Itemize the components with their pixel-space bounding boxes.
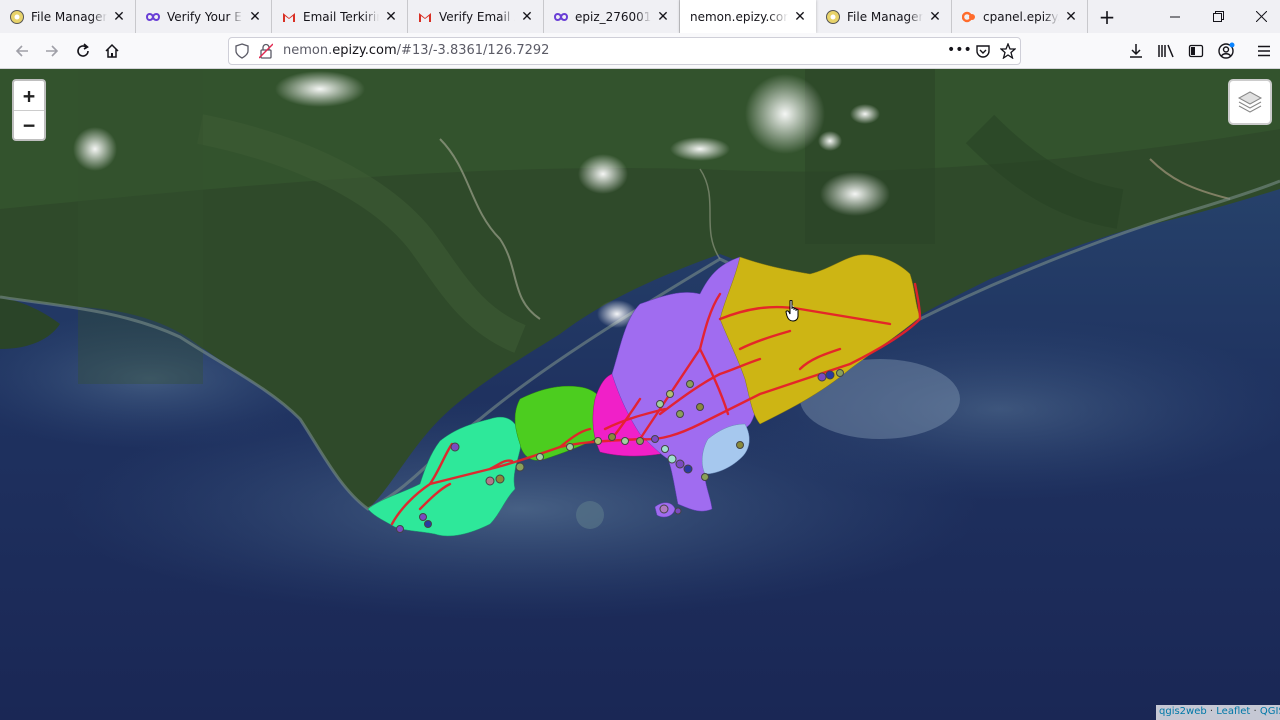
sidebar-button[interactable] (1182, 37, 1210, 65)
app-menu-button[interactable] (1250, 37, 1278, 65)
layer-switcher-button[interactable] (1228, 79, 1272, 125)
tab-title: File Manager (847, 9, 923, 24)
library-button[interactable] (1152, 37, 1180, 65)
forward-arrow-icon (46, 45, 59, 57)
close-icon[interactable]: ✕ (111, 9, 127, 25)
download-icon (1130, 44, 1142, 58)
home-icon (105, 43, 119, 58)
tab-email-terkirim[interactable]: Email Terkirim - ✕ (272, 0, 408, 33)
gmail-icon (418, 10, 432, 24)
tab-strip: File Manager ✕ Verify Your Ema ✕ Email T… (0, 0, 1280, 33)
home-button[interactable] (98, 37, 126, 65)
hand-cursor-icon (785, 300, 799, 322)
library-icon (1158, 44, 1174, 58)
leaflet-link[interactable]: Leaflet (1216, 706, 1250, 717)
tab-nemon-active[interactable]: nemon.epizy.com/ ✕ (680, 0, 816, 33)
gmail-icon (282, 10, 296, 24)
url-text[interactable]: nemon.epizy.com/#13/-3.8361/126.7292 (283, 43, 549, 58)
tab-file-manager-1[interactable]: File Manager ✕ (0, 0, 136, 33)
back-button[interactable] (8, 37, 36, 65)
new-tab-button[interactable]: + (1092, 0, 1122, 33)
qgis2web-link[interactable]: qgis2web (1159, 706, 1207, 717)
restore-icon (1212, 11, 1224, 22)
file-manager-icon (826, 9, 840, 24)
infinity-icon (554, 10, 568, 24)
hamburger-menu-icon (1258, 45, 1270, 57)
infinity-icon (146, 10, 160, 24)
qgis-link[interactable]: QGIS (1260, 706, 1280, 717)
tab-title: Verify Your Ema (167, 9, 243, 24)
account-icon (1218, 42, 1235, 59)
satellite-basemap[interactable] (0, 69, 1280, 720)
cloud (275, 71, 365, 107)
close-icon[interactable]: ✕ (383, 9, 399, 25)
insecure-lock-icon[interactable] (258, 43, 274, 63)
downloads-button[interactable] (1122, 37, 1150, 65)
layers-icon (1237, 91, 1263, 113)
forward-button[interactable] (38, 37, 66, 65)
page-actions-menu-icon[interactable]: ••• (947, 42, 972, 58)
minimize-button[interactable] (1152, 0, 1198, 33)
tab-file-manager-2[interactable]: File Manager ✕ (816, 0, 952, 33)
zoom-in-button[interactable]: + (14, 81, 44, 110)
reload-icon (77, 43, 89, 57)
zoom-control: + − (12, 79, 46, 141)
restore-button[interactable] (1195, 0, 1241, 33)
close-icon[interactable]: ✕ (792, 9, 808, 25)
minimize-icon (1170, 16, 1180, 17)
tab-verify-email-address[interactable]: Verify Email Ad ✕ (408, 0, 544, 33)
tab-title: epiz_27600163 ( (575, 9, 651, 24)
file-manager-icon (10, 9, 24, 24)
close-icon[interactable]: ✕ (655, 9, 671, 25)
tab-title: cpanel.epizy.co (983, 9, 1059, 24)
close-icon[interactable]: ✕ (247, 9, 263, 25)
shield-icon[interactable] (235, 43, 249, 63)
attribution-separator: · (1250, 706, 1260, 717)
zoom-out-button[interactable]: − (14, 110, 44, 139)
tab-title: nemon.epizy.com/ (690, 9, 788, 24)
map-attribution: qgis2web · Leaflet · QGIS (1156, 705, 1280, 720)
url-bar[interactable]: nemon.epizy.com/#13/-3.8361/126.7292 ••• (228, 37, 1021, 65)
back-arrow-icon (15, 45, 28, 57)
map-viewport[interactable] (0, 69, 1280, 720)
reload-button[interactable] (69, 37, 97, 65)
close-window-button[interactable] (1238, 0, 1280, 33)
tab-verify-email[interactable]: Verify Your Ema ✕ (136, 0, 272, 33)
tab-title: Email Terkirim - (303, 9, 379, 24)
tab-title: File Manager (31, 9, 107, 24)
tab-epiz-account[interactable]: epiz_27600163 ( ✕ (544, 0, 680, 33)
pocket-icon[interactable] (975, 43, 991, 63)
sidebar-icon (1188, 44, 1204, 58)
tab-cpanel[interactable]: cpanel.epizy.co ✕ (952, 0, 1088, 33)
cpanel-icon (962, 10, 976, 24)
attribution-separator: · (1206, 706, 1217, 717)
close-icon[interactable]: ✕ (519, 9, 535, 25)
navigation-toolbar: nemon.epizy.com/#13/-3.8361/126.7292 ••• (0, 33, 1280, 69)
close-icon[interactable]: ✕ (927, 9, 943, 25)
account-button[interactable] (1212, 37, 1240, 65)
tab-title: Verify Email Ad (439, 9, 515, 24)
bookmark-star-icon[interactable] (999, 42, 1017, 63)
close-icon (1255, 11, 1267, 22)
close-icon[interactable]: ✕ (1063, 9, 1079, 25)
